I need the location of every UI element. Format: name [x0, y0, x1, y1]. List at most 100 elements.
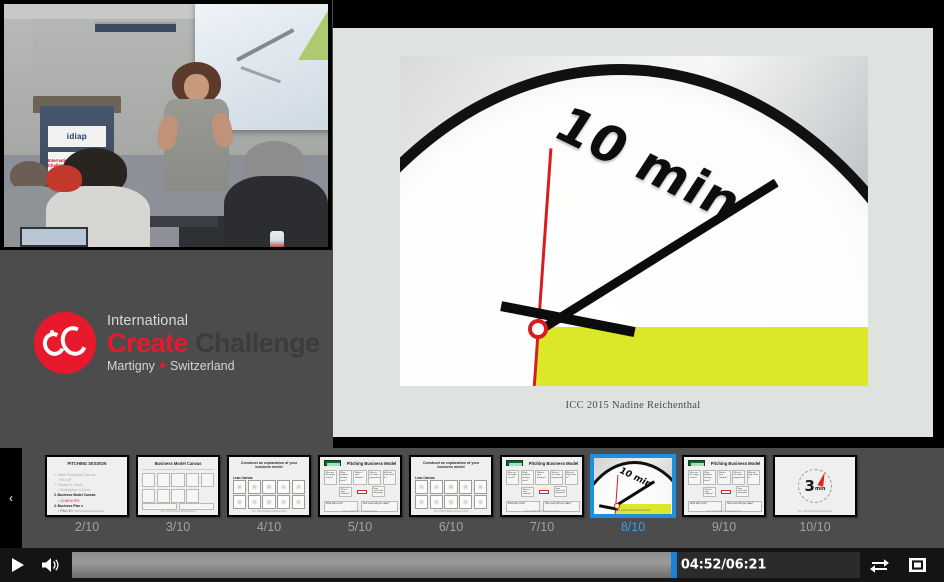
thumbnail-footer: ICC 2015 Nadine Reichenthal	[160, 510, 196, 513]
matrix-cell: Why do they need it?	[382, 470, 396, 485]
progress-playhead[interactable]	[670, 552, 677, 578]
presenter-face	[184, 74, 209, 102]
thumbnail-preview[interactable]: Business Model Canvas ICC 2015 Nadine Rei…	[136, 455, 220, 517]
sketch-cell	[415, 495, 429, 509]
thumbnail-page-label: 6/10	[438, 520, 464, 534]
thumbnail-preview[interactable]: 3 min ICC 2015 Nadine Reichenthal	[773, 455, 857, 517]
canvas-cell	[185, 488, 200, 503]
thumbnail-item[interactable]: Pitching Business Model Who are the targe…	[318, 455, 402, 534]
slide-footer-text: ICC 2015 Nadine Reichenthal	[565, 400, 701, 411]
chevron-left-icon: ‹	[9, 491, 13, 505]
matrix-cell: Why do they need it?	[564, 470, 578, 485]
thumb-clock-number: 3	[804, 477, 815, 495]
water-bottle	[269, 230, 285, 247]
matrix-top-row: Who are the target user/s? What problem d…	[506, 470, 578, 485]
thumbnail-page-label: 5/10	[347, 520, 373, 534]
canvas-cell	[185, 473, 200, 488]
thumbnail-page-label: 2/10	[74, 520, 100, 534]
thumbnail-preview[interactable]: Construct an explanation of your busines…	[409, 455, 493, 517]
volume-icon	[42, 558, 59, 572]
progress-bar[interactable]: 04:52/06:21	[72, 552, 860, 578]
thumbnail-preview[interactable]: Pitching Business Model Who are the targe…	[318, 455, 402, 517]
slide-clock-image: 10 min	[400, 56, 868, 386]
thumbnail-preview[interactable]: 10 min ICC 2015 Nadine Reichenthal	[591, 455, 675, 517]
projected-wedge	[297, 4, 328, 61]
fullscreen-button[interactable]	[900, 548, 934, 582]
thumbnail-item[interactable]: Construct an explanation of your busines…	[227, 455, 311, 534]
thumbnail-item[interactable]: PITCHING SESSION 1. Value Proposition Can…	[45, 455, 129, 534]
matrix-cell: Who are the target user/s?	[324, 470, 338, 485]
volume-button[interactable]	[34, 548, 68, 582]
fullscreen-icon	[908, 558, 926, 572]
sketch-cell	[247, 480, 262, 494]
thumbnail-preview[interactable]: Construct an explanation of your busines…	[227, 455, 311, 517]
thumbnail-page-label: 7/10	[529, 520, 555, 534]
thumbnail-footer: ICC 2015 Nadine Reichenthal	[251, 510, 287, 513]
thumbnail-preview[interactable]: PITCHING SESSION 1. Value Proposition Can…	[45, 455, 129, 517]
matrix-cell: What problem do they have?	[520, 470, 535, 485]
thumbnail-footer: ICC 2015 Nadine Reichenthal	[69, 510, 105, 513]
sketch-cell	[233, 495, 247, 509]
thumbnail-preview[interactable]: Pitching Business Model Who are the targe…	[500, 455, 584, 517]
brand-word-create: Create	[107, 327, 189, 358]
matrix-mid-left: What is your solution?	[339, 487, 352, 497]
thumbnail-footer: ICC 2015 Nadine Reichenthal	[342, 510, 378, 513]
thumbnail-footer: ICC 2015 Nadine Reichenthal	[706, 510, 742, 513]
sketch-cell	[473, 480, 487, 494]
sketch-cell	[415, 480, 429, 494]
speaker-video-panel[interactable]: idiap International Create Challenge	[0, 0, 332, 250]
matrix-cell: What problem do they have?	[338, 470, 353, 485]
sketch-cell	[262, 480, 276, 494]
matrix-cell: What is your solution?	[717, 470, 731, 485]
thumbnail-title: PITCHING SESSION	[67, 461, 107, 466]
thumbnail-item[interactable]: 3 min ICC 2015 Nadine Reichenthal 10/10	[773, 455, 857, 534]
sketch-cell	[262, 495, 276, 509]
matrix-highlight-box	[539, 490, 549, 494]
icc-badge-icon	[688, 460, 705, 466]
video-lecture-player: idiap International Create Challenge	[0, 0, 944, 582]
sketch-cell	[291, 480, 305, 494]
matrix-cell: What is the value proposition?	[731, 470, 746, 485]
thumbnail-item[interactable]: Pitching Business Model Who are the targe…	[682, 455, 766, 534]
thumbnail-page-label: 4/10	[256, 520, 282, 534]
thumbnail-footer: ICC 2015 Nadine Reichenthal	[797, 510, 833, 513]
control-bar-right-group	[862, 548, 944, 582]
brand-city: Martigny	[107, 358, 155, 373]
thumb-clock-red-marker-icon	[817, 471, 827, 487]
thumb-clock-unit: min	[814, 485, 826, 492]
speaker-video-frame[interactable]: idiap International Create Challenge	[4, 4, 328, 247]
matrix-cell: What problem do they have?	[702, 470, 717, 485]
thumbnail-item[interactable]: Pitching Business Model Who are the targe…	[500, 455, 584, 534]
slide-panel[interactable]: 10 min ICC 2015 Nadine Reichenthal	[333, 0, 944, 448]
play-icon	[11, 558, 24, 572]
thumbnail-title: Business Model Canvas	[154, 461, 202, 466]
matrix-mid-right: How much will they pay?	[736, 486, 749, 497]
canvas-cell	[156, 473, 171, 488]
thumbnail-item[interactable]: 10 min ICC 2015 Nadine Reichenthal 8/10	[591, 455, 675, 534]
audience-head-3	[46, 165, 82, 192]
thumbnail-clock-scene: 10 min	[594, 458, 672, 514]
matrix-highlight-box	[721, 490, 731, 494]
icc-badge-icon	[506, 460, 523, 466]
thumbnail-page-label: 3/10	[165, 520, 191, 534]
canvas-cell	[200, 473, 214, 488]
loop-button[interactable]	[862, 548, 896, 582]
play-button[interactable]	[0, 548, 34, 582]
thumbnail-title: Construct an explanation of your busines…	[240, 461, 298, 470]
brand-location: Martigny Switzerland	[107, 358, 320, 373]
sketch-grid	[415, 480, 487, 509]
thumbnail-title: Construct an explanation of your busines…	[422, 461, 480, 470]
time-display: 04:52/06:21	[680, 557, 767, 573]
thumbnails-prev-button[interactable]: ‹	[0, 448, 22, 548]
brand-line-international: International	[107, 313, 189, 329]
thumbnail-item[interactable]: Business Model Canvas ICC 2015 Nadine Rei…	[136, 455, 220, 534]
whiteboard-rail	[94, 22, 176, 32]
progress-fill	[72, 552, 671, 578]
sketch-cell	[429, 495, 444, 509]
icc-badge-icon	[324, 460, 341, 466]
thumbnail-preview[interactable]: Pitching Business Model Who are the targe…	[682, 455, 766, 517]
current-slide[interactable]: 10 min ICC 2015 Nadine Reichenthal	[333, 28, 933, 437]
matrix-top-row: Who are the target user/s? What problem d…	[688, 470, 760, 485]
thumbnail-item[interactable]: Construct an explanation of your busines…	[409, 455, 493, 534]
sketch-cell	[444, 480, 458, 494]
